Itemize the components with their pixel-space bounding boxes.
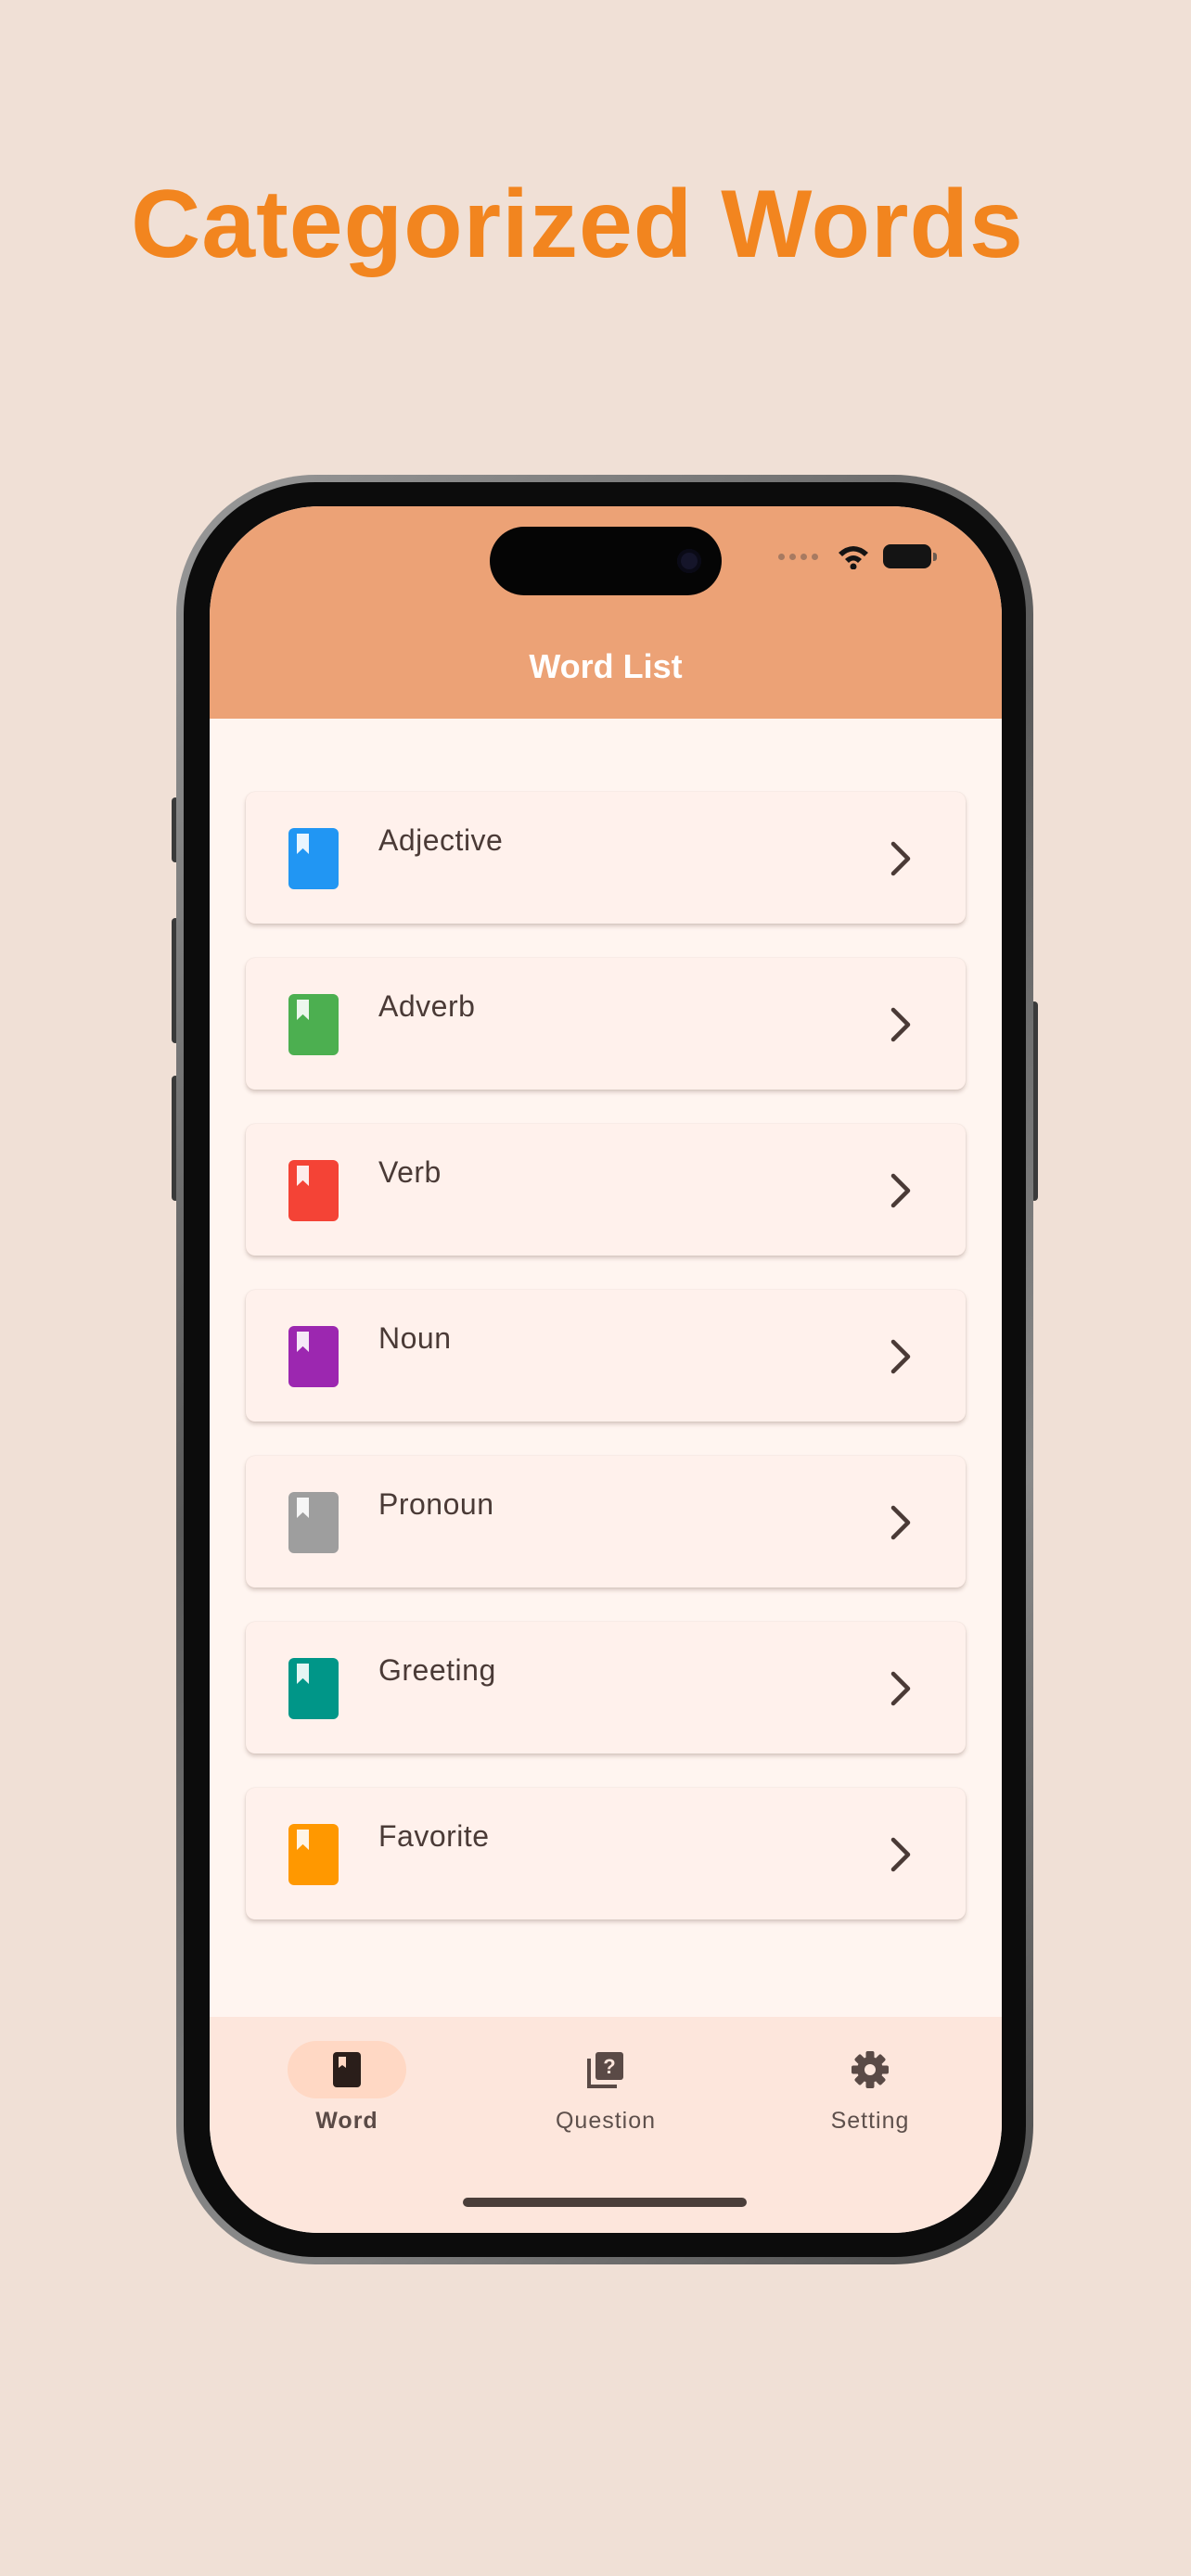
nav-label-setting: Setting <box>830 2108 910 2134</box>
bookmark-book-icon <box>288 1492 339 1553</box>
chevron-right-icon <box>890 1671 911 1706</box>
svg-text:?: ? <box>603 2055 615 2078</box>
category-label: Verb <box>378 1155 442 1189</box>
category-card-favorite[interactable]: Favorite <box>246 1788 966 1919</box>
quiz-icon: ? <box>587 2052 623 2088</box>
bookmark-book-icon <box>288 1824 339 1885</box>
chevron-right-icon <box>890 1007 911 1042</box>
nav-item-question[interactable]: ? Question <box>531 2041 680 2135</box>
category-list: Adjective Adverb Verb Noun Pronoun Greet… <box>246 792 966 1954</box>
category-label: Adverb <box>378 989 476 1023</box>
cellular-signal-icon <box>778 553 818 560</box>
category-label: Favorite <box>378 1819 490 1853</box>
chevron-right-icon <box>890 1505 911 1540</box>
category-card-adverb[interactable]: Adverb <box>246 958 966 1090</box>
category-card-adjective[interactable]: Adjective <box>246 792 966 924</box>
category-card-pronoun[interactable]: Pronoun <box>246 1456 966 1588</box>
nav-pill <box>811 2041 929 2098</box>
category-label: Noun <box>378 1321 452 1355</box>
nav-label-question: Question <box>555 2108 657 2134</box>
chevron-right-icon <box>890 1837 911 1872</box>
app-bar: Word List <box>210 506 1002 719</box>
phone-screen: Word List Adjective Adverb Verb Noun Pro… <box>210 506 1002 2233</box>
dynamic-island <box>490 527 722 595</box>
bookmark-book-icon <box>288 1160 339 1221</box>
book-icon <box>333 2052 361 2087</box>
category-card-verb[interactable]: Verb <box>246 1124 966 1256</box>
chevron-right-icon <box>890 841 911 876</box>
category-card-noun[interactable]: Noun <box>246 1290 966 1422</box>
nav-item-word[interactable]: Word <box>273 2041 421 2135</box>
category-label: Pronoun <box>378 1487 494 1521</box>
page-title: Word List <box>529 647 683 685</box>
wifi-icon <box>839 546 868 569</box>
nav-item-setting[interactable]: Setting <box>796 2041 944 2135</box>
status-bar-icons <box>778 543 937 569</box>
bookmark-book-icon <box>288 1658 339 1719</box>
chevron-right-icon <box>890 1173 911 1208</box>
front-camera-icon <box>677 549 701 573</box>
nav-active-indicator <box>288 2041 406 2098</box>
chevron-right-icon <box>890 1339 911 1374</box>
home-indicator[interactable] <box>463 2198 747 2207</box>
promo-headline: Categorized Words <box>131 171 1024 278</box>
bookmark-book-icon <box>288 828 339 889</box>
gear-icon <box>852 2051 889 2088</box>
nav-pill: ? <box>546 2041 665 2098</box>
category-label: Adjective <box>378 823 504 857</box>
bookmark-book-icon <box>288 1326 339 1387</box>
battery-icon <box>883 544 937 568</box>
bookmark-book-icon <box>288 994 339 1055</box>
nav-label-word: Word <box>315 2108 378 2134</box>
category-card-greeting[interactable]: Greeting <box>246 1622 966 1753</box>
category-label: Greeting <box>378 1653 496 1687</box>
